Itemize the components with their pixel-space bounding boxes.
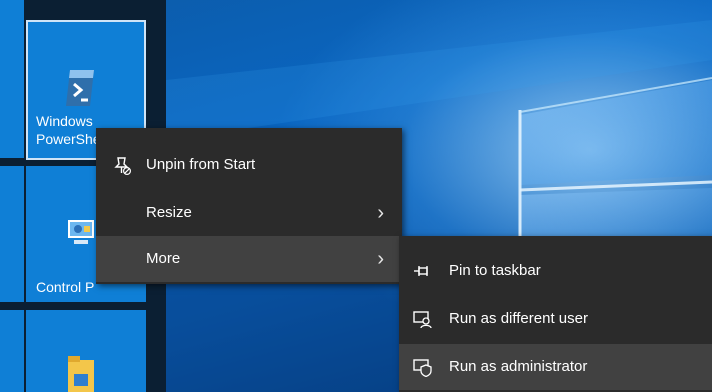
more-submenu: Pin to taskbar Run as different user Run… xyxy=(399,236,712,392)
menu-item-pin-to-taskbar[interactable]: Pin to taskbar xyxy=(399,248,712,294)
run-as-user-icon xyxy=(413,311,432,329)
chevron-right-icon: › xyxy=(377,202,384,224)
menu-item-label: Pin to taskbar xyxy=(449,262,541,279)
folder-icon xyxy=(68,356,94,392)
pin-icon xyxy=(414,266,428,276)
shield-icon xyxy=(413,359,432,377)
menu-item-resize[interactable]: Resize › xyxy=(96,190,402,236)
menu-item-unpin-from-start[interactable]: Unpin from Start xyxy=(96,142,402,188)
desktop-screen: Windows PowerShe Control P Unpin from St… xyxy=(0,0,712,392)
tile-label-line1: Windows xyxy=(36,113,93,129)
menu-item-run-as-different-user[interactable]: Run as different user xyxy=(399,296,712,342)
tile-partial-left-3[interactable] xyxy=(0,310,24,392)
control-panel-icon xyxy=(68,220,94,244)
menu-item-label: Unpin from Start xyxy=(146,156,256,173)
menu-item-run-as-administrator[interactable]: Run as administrator xyxy=(399,344,712,390)
menu-item-more[interactable]: More › xyxy=(96,236,402,282)
menu-item-label: Run as administrator xyxy=(449,358,588,375)
menu-item-label: Run as different user xyxy=(449,310,588,327)
tile-context-menu: Unpin from Start Resize › More › xyxy=(96,128,402,284)
chevron-right-icon: › xyxy=(377,248,384,270)
powershell-icon xyxy=(66,70,94,106)
unpin-icon xyxy=(114,157,131,175)
menu-item-label: More xyxy=(146,250,181,267)
tile-partial-left-1[interactable] xyxy=(0,0,24,158)
menu-item-label: Resize xyxy=(146,204,192,221)
tile-label-control-panel: Control P xyxy=(36,279,95,295)
tile-file-explorer[interactable] xyxy=(26,310,146,392)
tile-partial-left-2[interactable] xyxy=(0,166,24,302)
tile-label-line2: PowerShe xyxy=(36,131,101,147)
